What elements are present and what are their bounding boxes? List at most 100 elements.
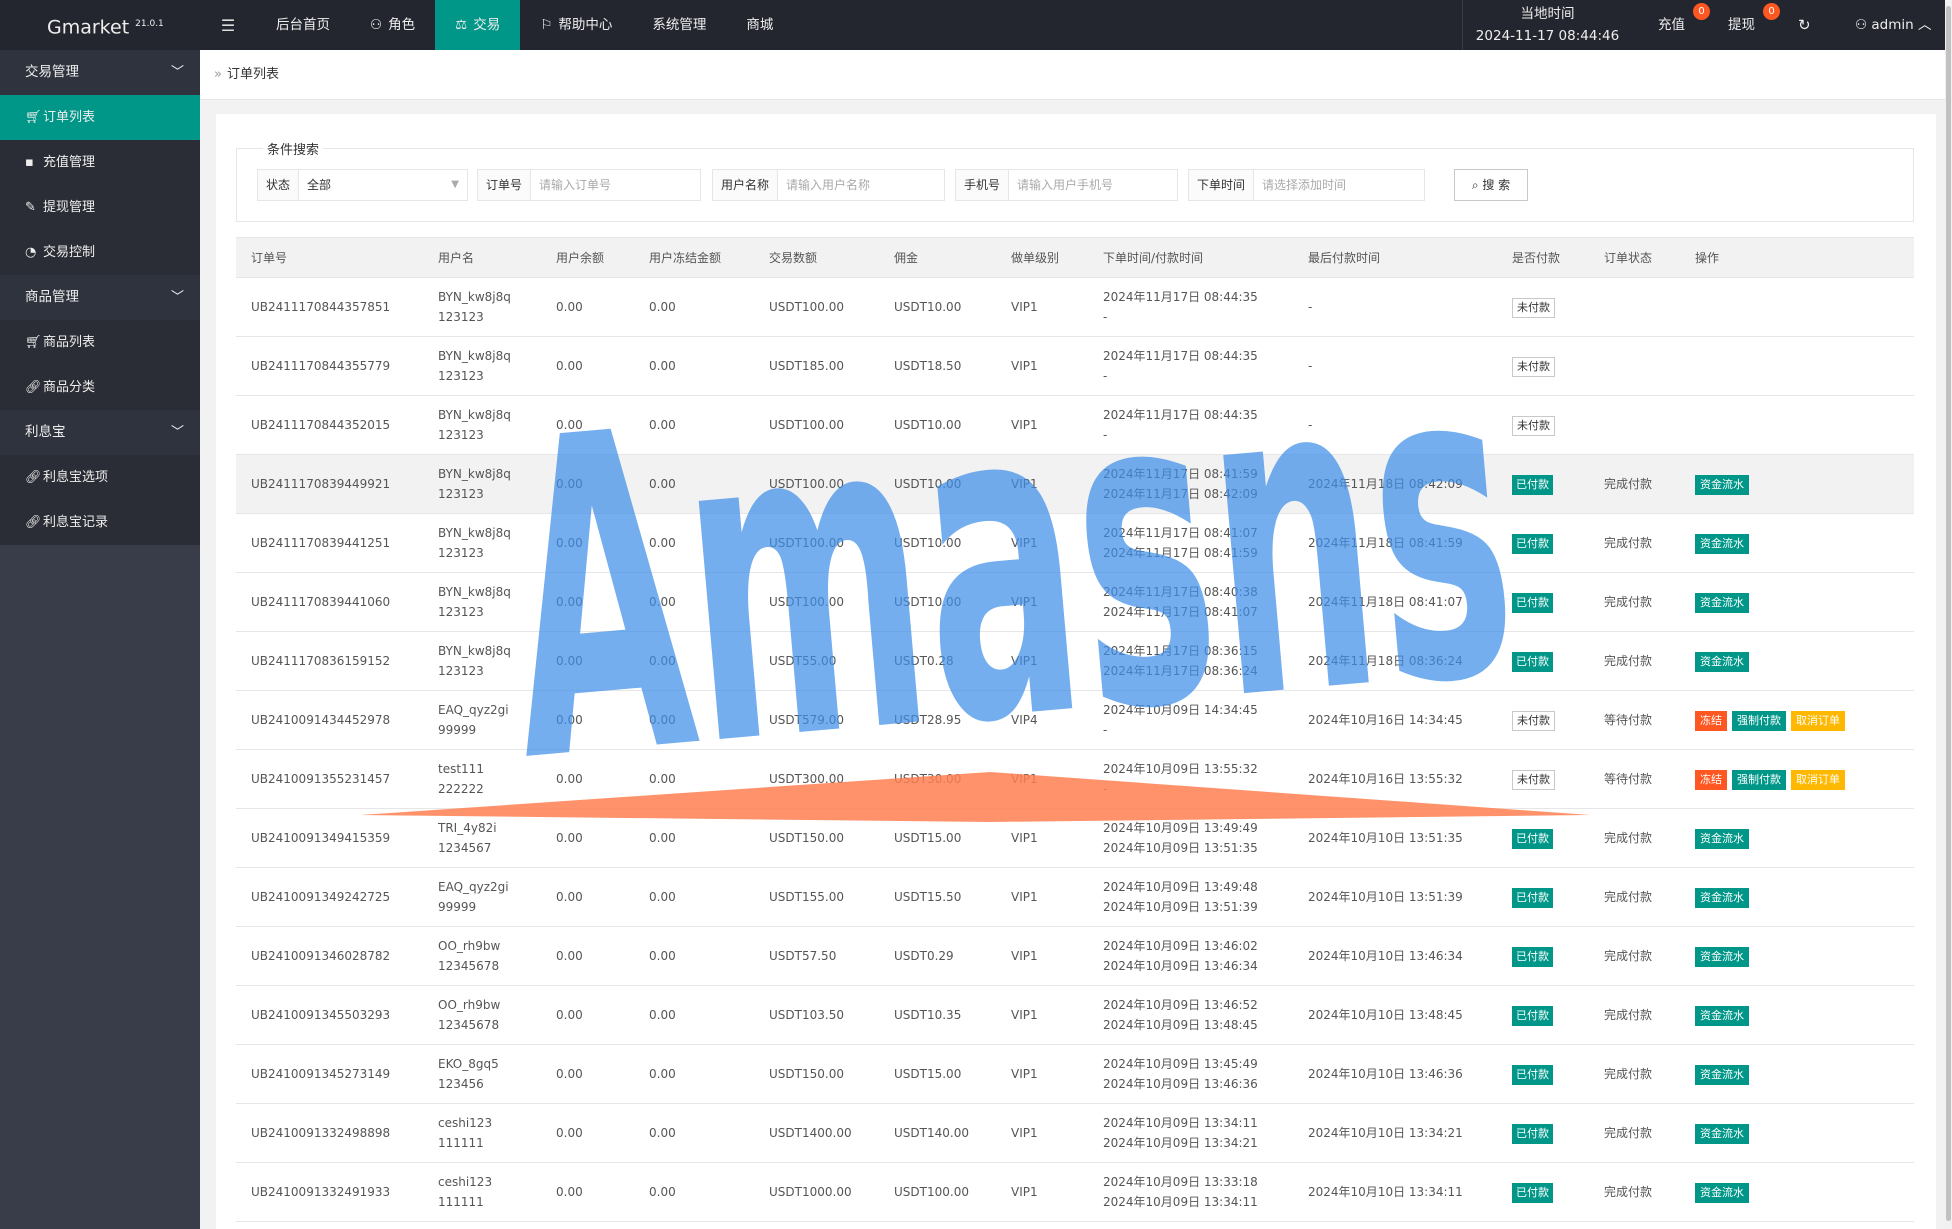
status-value[interactable]: 全部 ▼: [299, 170, 467, 200]
sidebar-item-interest-records[interactable]: 🔗︎利息宝记录: [0, 500, 200, 545]
action-button[interactable]: 资金流水: [1695, 533, 1749, 554]
action-button[interactable]: 资金流水: [1695, 1182, 1749, 1203]
sidebar-item-label: 提现管理: [43, 200, 96, 215]
last-pay-time: 2024年10月10日 13:46:34: [1308, 949, 1463, 963]
withdraw-button[interactable]: 提现: [1728, 0, 1755, 50]
order-status: 完成付款: [1604, 949, 1653, 963]
order-no-input[interactable]: [531, 170, 700, 200]
user-balance: 0.00: [556, 536, 583, 550]
username: BYN_kw8j8q: [438, 290, 511, 304]
action-button[interactable]: 资金流水: [1695, 651, 1749, 672]
nav-role[interactable]: ⚇ 角色: [350, 0, 435, 50]
username: EAQ_qyz2gi: [438, 703, 509, 717]
payment-status-badge: 已付款: [1512, 1182, 1553, 1203]
menu-toggle-icon[interactable]: ☰: [200, 0, 256, 50]
trade-amount: USDT55.00: [769, 654, 837, 668]
table-row: UB2410091332498898 ceshi123 111111 0.00 0.00…: [236, 1103, 1914, 1163]
order-time-input[interactable]: [1254, 170, 1424, 200]
action-button[interactable]: 资金流水: [1695, 474, 1749, 495]
page-scrollbar[interactable]: [1945, 0, 1952, 1229]
payment-status-badge: 已付款: [1512, 1123, 1553, 1144]
table-row: UB2411170844352015 BYN_kw8j8q 123123 0.00 0.…: [236, 395, 1914, 455]
frozen-amount: 0.00: [649, 654, 676, 668]
sidebar-group-trade[interactable]: 交易管理 ﹀: [0, 50, 200, 95]
order-status: 等待付款: [1604, 713, 1653, 727]
recharge-label: 充值: [1658, 17, 1685, 33]
sidebar-group-interest[interactable]: 利息宝 ﹀: [0, 410, 200, 455]
recharge-button[interactable]: 充值: [1658, 0, 1685, 50]
sidebar: 交易管理 ﹀ 🛒︎订单列表 ▪ 充值管理 ✎ 提现管理 ◔ 交易控制 商品管理 ﹀ 🛒︎商…: [0, 50, 200, 1229]
action-button[interactable]: 资金流水: [1695, 592, 1749, 613]
action-button[interactable]: 取消订单: [1791, 710, 1845, 731]
pay-time: 2024年10月09日 13:51:39: [1103, 900, 1258, 914]
order-time: 2024年11月17日 08:44:35: [1103, 290, 1258, 304]
user-phone: 123123: [438, 664, 484, 678]
action-button[interactable]: 强制付款: [1732, 710, 1786, 731]
trade-amount: USDT1000.00: [769, 1185, 852, 1199]
nav-help[interactable]: ⚐ 帮助中心: [520, 0, 632, 50]
last-pay-time: 2024年10月16日 13:55:32: [1308, 772, 1463, 786]
nav-label: 后台首页: [276, 17, 330, 33]
trade-amount: USDT100.00: [769, 418, 844, 432]
username: ceshi123: [438, 1116, 493, 1130]
vip-level: VIP1: [1011, 359, 1038, 373]
sidebar-item-recharge[interactable]: ▪ 充值管理: [0, 140, 200, 185]
vip-level: VIP1: [1011, 477, 1038, 491]
breadcrumb-current: 订单列表: [226, 67, 279, 82]
scrollbar-thumb[interactable]: [1946, 6, 1951, 1221]
username-input[interactable]: [778, 170, 944, 200]
action-button[interactable]: 冻结: [1695, 769, 1727, 790]
search-button[interactable]: ⌕ 搜 索: [1454, 169, 1528, 201]
chevron-up-icon: ︿: [1913, 17, 1932, 33]
action-button[interactable]: 冻结: [1695, 710, 1727, 731]
action-button[interactable]: 资金流水: [1695, 946, 1749, 967]
top-header: Gmarket 21.0.1 ☰ 后台首页 ⚇ 角色 ⚖ 交易 ⚐ 帮助中心 系统管理 …: [0, 0, 1952, 50]
column-header: 订单号: [236, 237, 423, 278]
sidebar-item-interest-options[interactable]: 🔗︎利息宝选项: [0, 455, 200, 500]
sidebar-item-orders[interactable]: 🛒︎订单列表: [0, 95, 200, 140]
sidebar-item-withdraw[interactable]: ✎ 提现管理: [0, 185, 200, 230]
app-logo[interactable]: Gmarket 21.0.1: [0, 0, 200, 50]
phone-input[interactable]: [1009, 170, 1177, 200]
sidebar-item-goods-category[interactable]: 🔗︎商品分类: [0, 365, 200, 410]
action-button[interactable]: 资金流水: [1695, 828, 1749, 849]
order-time: 2024年11月17日 08:41:07: [1103, 526, 1258, 540]
payment-status-badge: 已付款: [1512, 828, 1553, 849]
user-balance: 0.00: [556, 418, 583, 432]
order-status: 完成付款: [1604, 536, 1653, 550]
commission: USDT140.00: [894, 1126, 969, 1140]
action-button[interactable]: 资金流水: [1695, 1064, 1749, 1085]
nav-home[interactable]: 后台首页: [256, 0, 350, 50]
commission: USDT0.29: [894, 949, 954, 963]
nav-system[interactable]: 系统管理: [632, 0, 726, 50]
commission: USDT0.28: [894, 654, 954, 668]
nav-mall[interactable]: 商城: [726, 0, 793, 50]
action-button[interactable]: 资金流水: [1695, 1005, 1749, 1026]
cart-icon: 🛒︎: [25, 335, 42, 350]
user-phone: 12345678: [438, 959, 500, 973]
nav-label: 商城: [746, 17, 774, 33]
action-button[interactable]: 资金流水: [1695, 1123, 1749, 1144]
nav-trade[interactable]: ⚖ 交易: [435, 0, 521, 50]
nav-label: 角色: [388, 17, 416, 33]
user-balance: 0.00: [556, 890, 583, 904]
refresh-icon[interactable]: ↻: [1798, 0, 1811, 50]
last-pay-time: -: [1308, 359, 1313, 373]
user-menu[interactable]: ⚇ admin ︿: [1855, 0, 1932, 50]
payment-status-badge: 未付款: [1512, 769, 1555, 790]
sidebar-item-goods-list[interactable]: 🛒︎商品列表: [0, 320, 200, 365]
action-button[interactable]: 资金流水: [1695, 887, 1749, 908]
user-balance: 0.00: [556, 1126, 583, 1140]
commission: USDT18.50: [894, 359, 962, 373]
sidebar-group-goods[interactable]: 商品管理 ﹀: [0, 275, 200, 320]
action-button[interactable]: 强制付款: [1732, 769, 1786, 790]
table-row: UB2410091349415359 TRI_4y82i 1234567 0.00 0.…: [236, 808, 1914, 868]
caret-down-icon: ▼: [451, 179, 459, 190]
payment-status-badge: 已付款: [1512, 533, 1553, 554]
action-button[interactable]: 取消订单: [1791, 769, 1845, 790]
sidebar-item-trade-control[interactable]: ◔ 交易控制: [0, 230, 200, 275]
order-time: 2024年10月09日 13:49:48: [1103, 880, 1258, 894]
status-select[interactable]: 状态 全部 ▼: [257, 169, 468, 201]
payment-status-badge: 已付款: [1512, 887, 1553, 908]
frozen-amount: 0.00: [649, 831, 676, 845]
